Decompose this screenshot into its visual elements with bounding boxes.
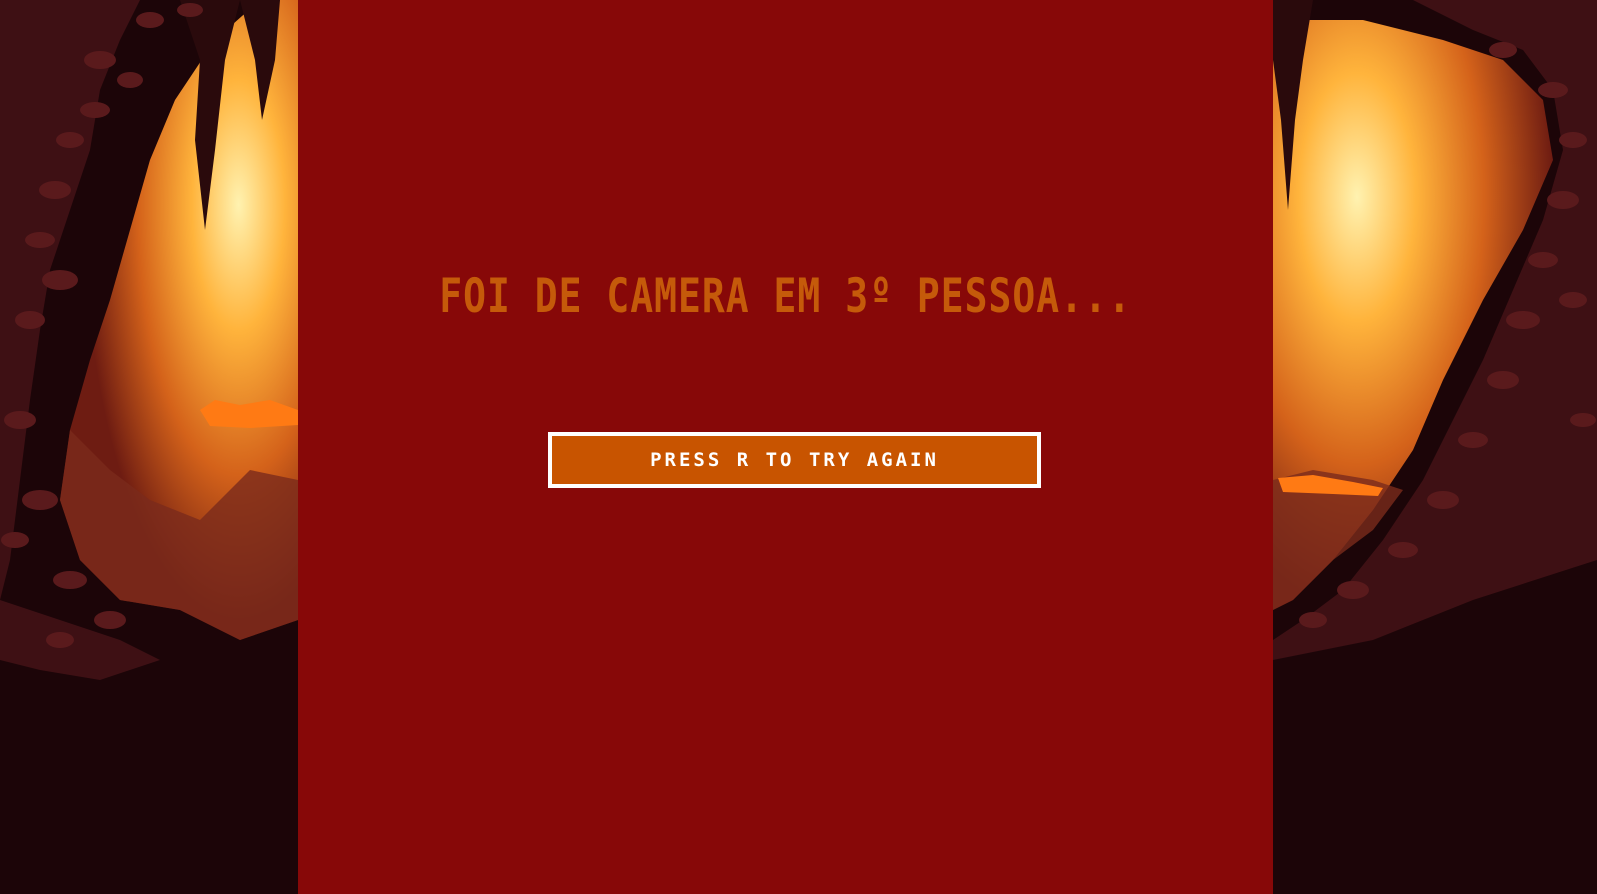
retry-button[interactable]: PRESS R TO TRY AGAIN bbox=[548, 432, 1041, 488]
game-over-panel: FOI DE CAMERA EM 3º PESSOA... PRESS R TO… bbox=[298, 0, 1273, 894]
game-over-screen: FOI DE CAMERA EM 3º PESSOA... PRESS R TO… bbox=[0, 0, 1597, 894]
right-cave-art bbox=[1273, 0, 1597, 894]
retry-button-label: PRESS R TO TRY AGAIN bbox=[650, 449, 939, 471]
cave-wall-art-right bbox=[1273, 0, 1597, 894]
cave-wall-art-left bbox=[0, 0, 298, 894]
game-over-message: FOI DE CAMERA EM 3º PESSOA... bbox=[439, 268, 1132, 323]
left-cave-art bbox=[0, 0, 298, 894]
